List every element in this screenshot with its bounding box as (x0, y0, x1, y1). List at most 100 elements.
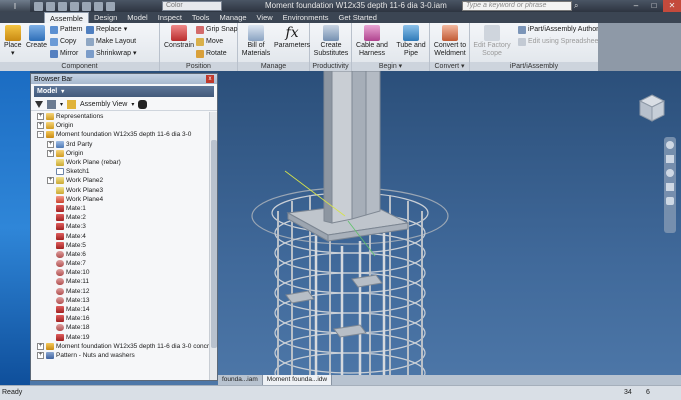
tree-node[interactable]: Mate:18 (31, 323, 209, 332)
expand-icon[interactable]: + (37, 122, 44, 130)
expand-icon[interactable]: + (47, 149, 54, 157)
tab-assemble[interactable]: Assemble (44, 12, 89, 23)
pan-icon[interactable] (666, 155, 674, 163)
tree-node[interactable]: + Origin (31, 121, 209, 130)
tab-manage[interactable]: Manage (214, 12, 251, 23)
doc-tab-drawing[interactable]: Moment founda...idw (262, 375, 333, 385)
mirror-button[interactable]: Mirror (50, 49, 78, 58)
look-at-icon[interactable] (666, 197, 674, 205)
rotate-button[interactable]: Rotate (196, 49, 227, 58)
move-button[interactable]: Move (196, 37, 223, 46)
select-icon[interactable] (106, 1, 115, 11)
tree-node[interactable]: Mate:14 (31, 305, 209, 314)
tree-node[interactable]: Work Plane4 (31, 195, 209, 204)
expand-icon[interactable]: + (37, 342, 44, 350)
tree-node[interactable]: Mate:7 (31, 259, 209, 268)
app-menu-button[interactable]: I (0, 0, 30, 12)
tab-view[interactable]: View (252, 12, 278, 23)
grip-snap-button[interactable]: Grip Snap (196, 25, 238, 34)
tree-node[interactable]: Mate:5 (31, 241, 209, 250)
tree-node[interactable]: Mate:10 (31, 268, 209, 277)
browser-close-button[interactable]: x (206, 75, 214, 83)
browser-title-bar[interactable]: Browser Bar x (31, 74, 217, 84)
tree-node[interactable]: Mate:16 (31, 314, 209, 323)
tab-get-started[interactable]: Get Started (334, 12, 382, 23)
make-layout-button[interactable]: Make Layout (86, 37, 136, 46)
browser-model-dropdown[interactable]: Model ▾ (34, 86, 214, 97)
tree-node[interactable]: Mate:1 (31, 204, 209, 213)
tree-node[interactable]: Mate:11 (31, 277, 209, 286)
cable-harness-icon (364, 25, 380, 41)
expand-icon[interactable]: + (37, 113, 44, 121)
create-substitutes-button[interactable]: Create Substitutes (312, 25, 350, 58)
create-button[interactable]: Create (26, 25, 47, 50)
tree-node[interactable]: Sketch1 (31, 167, 209, 176)
viewcube-icon[interactable] (638, 93, 666, 127)
panel-title-manage: Manage (238, 62, 309, 71)
tube-and-pipe-button[interactable]: Tube and Pipe (394, 25, 428, 58)
tree-node[interactable]: Work Plane (rebar) (31, 158, 209, 167)
browser-scrollbar[interactable] (209, 112, 217, 380)
tree-node[interactable]: - Moment foundation W12x35 depth 11-6 dia… (31, 130, 209, 139)
collapse-icon[interactable]: - (37, 131, 44, 139)
tree-node[interactable]: Mate:4 (31, 231, 209, 240)
binoculars-icon[interactable]: ⌕ (574, 1, 584, 11)
edit-factory-scope-button[interactable]: Edit Factory Scope (472, 25, 512, 58)
convert-to-weldment-button[interactable]: Convert to Weldment (431, 25, 469, 58)
tree-node-label: Work Plane3 (66, 186, 104, 194)
filter-icon[interactable] (35, 101, 43, 108)
pattern-button[interactable]: Pattern (50, 25, 83, 34)
hierarchy-icon[interactable] (47, 100, 56, 109)
tree-node[interactable]: Mate:3 (31, 222, 209, 231)
tree-node[interactable]: + Pattern - Nuts and washers (31, 351, 209, 360)
copy-button[interactable]: Copy (50, 37, 76, 46)
tube-pipe-icon (403, 25, 419, 41)
tree-node[interactable]: + Work Plane2 (31, 176, 209, 185)
undo-icon[interactable] (70, 1, 79, 11)
expand-icon[interactable]: + (47, 140, 54, 148)
expand-icon[interactable]: + (47, 177, 54, 185)
steering-wheel-icon[interactable] (666, 141, 674, 149)
shrinkwrap-button[interactable]: Shrinkwrap ▾ (86, 49, 137, 58)
tree-node[interactable]: Mate:2 (31, 213, 209, 222)
edit-spreadsheet-button[interactable]: Edit using Spreadsheet (518, 37, 600, 46)
tree-node[interactable]: Mate:13 (31, 296, 209, 305)
doc-tab-assembly[interactable]: founda...iam (218, 375, 263, 385)
place-button[interactable]: Place ▾ (4, 25, 22, 58)
tree-node[interactable]: + Origin (31, 149, 209, 158)
ipart-author-button[interactable]: iPart/iAssembly Author (518, 25, 598, 34)
tree-node[interactable]: +3rd Party (31, 140, 209, 149)
tab-tools[interactable]: Tools (187, 12, 215, 23)
zoom-icon[interactable] (666, 169, 674, 177)
redo-icon[interactable] (82, 1, 91, 11)
tab-model[interactable]: Model (122, 12, 152, 23)
parameters-button[interactable]: fx Parameters (274, 25, 310, 50)
color-select[interactable]: Color (162, 1, 222, 11)
search-input[interactable]: Type a keyword or phrase (462, 1, 572, 11)
tab-inspect[interactable]: Inspect (153, 12, 187, 23)
minimize-button[interactable]: – (627, 0, 645, 12)
cable-and-harness-button[interactable]: Cable and Harness (354, 25, 390, 58)
new-icon[interactable] (34, 1, 43, 11)
tree-node[interactable]: Mate:19 (31, 333, 209, 342)
assembly-view-dropdown[interactable]: Assembly View (80, 101, 127, 108)
tree-node[interactable]: Mate:12 (31, 287, 209, 296)
orbit-icon[interactable] (666, 183, 674, 191)
save-icon[interactable] (58, 1, 67, 11)
home-icon[interactable] (94, 1, 103, 11)
constrain-button[interactable]: Constrain (164, 25, 194, 50)
tab-environments[interactable]: Environments (278, 12, 334, 23)
open-icon[interactable] (46, 1, 55, 11)
tree-node[interactable]: Mate:6 (31, 250, 209, 259)
bill-of-materials-button[interactable]: Bill of Materials (240, 25, 272, 58)
tree-node[interactable]: Work Plane3 (31, 186, 209, 195)
maximize-button[interactable]: □ (645, 0, 663, 12)
close-button[interactable]: ✕ (663, 0, 681, 12)
tree-node[interactable]: + Representations (31, 112, 209, 121)
tree-node[interactable]: + Moment foundation W12x35 depth 11-6 dia… (31, 342, 209, 351)
binoculars-icon[interactable] (138, 100, 148, 109)
scroll-thumb[interactable] (211, 140, 217, 348)
tab-design[interactable]: Design (89, 12, 122, 23)
expand-icon[interactable]: + (37, 351, 44, 359)
replace-button[interactable]: Replace ▾ (86, 25, 127, 34)
